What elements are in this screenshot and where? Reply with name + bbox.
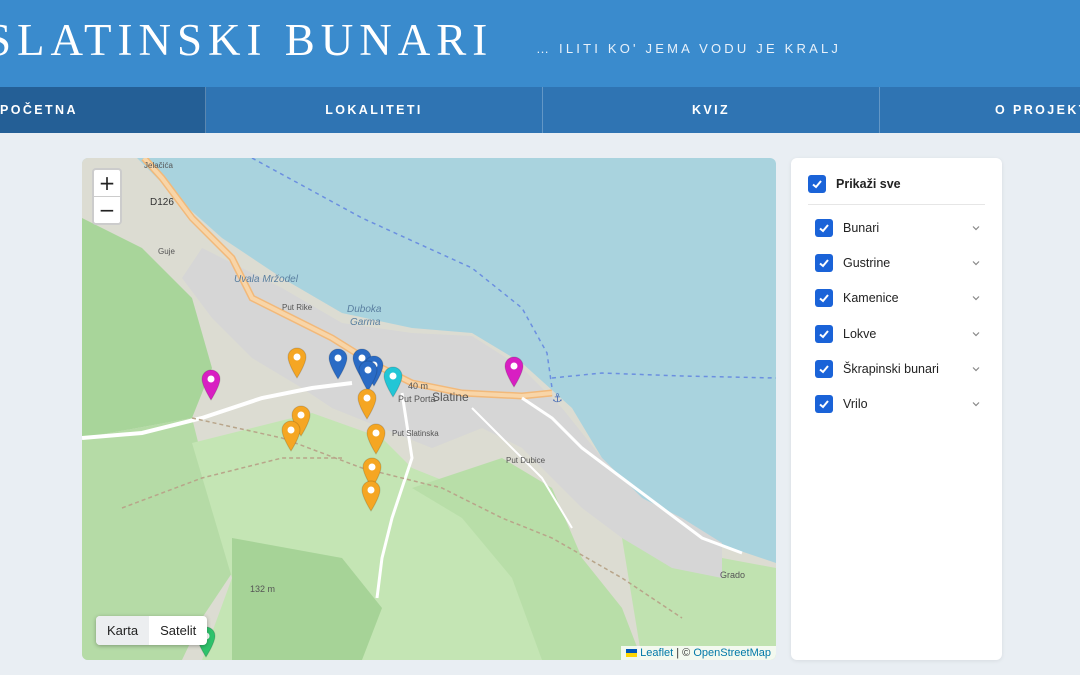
layer-toggle: Karta Satelit <box>96 616 208 645</box>
svg-text:D126: D126 <box>150 197 174 208</box>
filter-label: Gustrine <box>843 256 891 270</box>
checkbox-checked-icon[interactable] <box>815 219 833 237</box>
nav-label: POČETNA <box>0 103 78 117</box>
filter-row-skrapinski-bunari[interactable]: Škrapinski bunari <box>815 360 981 378</box>
leaflet-link[interactable]: Leaflet <box>640 647 673 659</box>
ukraine-flag-icon <box>626 649 638 658</box>
chevron-down-icon[interactable] <box>971 364 981 374</box>
svg-text:Jelačića: Jelačića <box>144 161 173 170</box>
svg-text:132 m: 132 m <box>250 584 275 594</box>
lokve-marker[interactable] <box>383 366 403 398</box>
nav-item-kviz[interactable]: KVIZ <box>543 87 880 133</box>
nav-item-lokaliteti[interactable]: LOKALITETI <box>206 87 543 133</box>
filter-row-vrilo[interactable]: Vrilo <box>815 395 981 413</box>
filter-panel: Prikaži sve Bunari Gustrine Kamenice Lok… <box>791 158 1002 660</box>
gustrine-marker[interactable] <box>287 347 307 379</box>
svg-text:Slatine: Slatine <box>432 390 469 404</box>
svg-text:Garma: Garma <box>350 317 381 328</box>
svg-text:Uvala Mržodel: Uvala Mržodel <box>234 274 299 285</box>
chevron-down-icon[interactable] <box>971 293 981 303</box>
nav-item-o-projektu[interactable]: O PROJEKTU <box>880 87 1080 133</box>
main-nav: POČETNA LOKALITETI KVIZ O PROJEKTU <box>0 87 1080 133</box>
site-tagline: … ILITI KO' JEMA VODU JE KRALJ <box>536 41 842 56</box>
gustrine-marker[interactable] <box>281 420 301 452</box>
kamenice-marker[interactable] <box>504 356 524 388</box>
attribution-separator: | © <box>673 647 694 659</box>
checkbox-checked-icon[interactable] <box>815 325 833 343</box>
map-tiles[interactable]: D126 Uvala Mržodel Duboka Garma Slatine … <box>82 158 776 660</box>
show-all-label: Prikaži sve <box>836 177 901 191</box>
chevron-down-icon[interactable] <box>971 258 981 268</box>
zoom-in-button[interactable]: + <box>94 170 120 196</box>
zoom-control: + − <box>92 168 122 225</box>
svg-text:Guje: Guje <box>158 247 175 256</box>
layer-satellite-button[interactable]: Satelit <box>149 616 207 645</box>
svg-text:Put Porta: Put Porta <box>398 394 436 404</box>
divider <box>808 204 985 205</box>
checkbox-checked-icon[interactable] <box>808 175 826 193</box>
chevron-down-icon[interactable] <box>971 329 981 339</box>
kamenice-marker[interactable] <box>201 369 221 401</box>
osm-link[interactable]: OpenStreetMap <box>693 647 771 659</box>
filter-row-kamenice[interactable]: Kamenice <box>815 289 981 307</box>
svg-text:Grado: Grado <box>720 570 745 580</box>
filter-row-lokve[interactable]: Lokve <box>815 325 981 343</box>
filter-label: Škrapinski bunari <box>843 362 939 376</box>
svg-text:⚓: ⚓ <box>552 391 563 405</box>
layer-map-button[interactable]: Karta <box>96 616 150 645</box>
svg-text:Duboka: Duboka <box>347 304 382 315</box>
chevron-down-icon[interactable] <box>971 399 981 409</box>
filter-label: Kamenice <box>843 291 899 305</box>
gustrine-marker[interactable] <box>357 388 377 420</box>
gustrine-marker[interactable] <box>361 480 381 512</box>
svg-text:Put Rike: Put Rike <box>282 303 313 312</box>
map-view[interactable]: D126 Uvala Mržodel Duboka Garma Slatine … <box>82 158 776 660</box>
filter-label: Bunari <box>843 221 880 235</box>
zoom-out-button[interactable]: − <box>94 196 120 223</box>
site-title[interactable]: SLATINSKI BUNARI <box>0 14 493 66</box>
checkbox-checked-icon[interactable] <box>815 289 833 307</box>
checkbox-checked-icon[interactable] <box>815 254 833 272</box>
svg-text:40 m: 40 m <box>408 381 428 391</box>
site-header: SLATINSKI BUNARI … ILITI KO' JEMA VODU J… <box>0 0 1080 87</box>
svg-text:Put Dubice: Put Dubice <box>506 456 546 465</box>
bunari-marker[interactable] <box>328 348 348 380</box>
show-all-filter[interactable]: Prikaži sve <box>808 175 901 193</box>
svg-text:Put Slatinska: Put Slatinska <box>392 429 439 438</box>
filter-row-bunari[interactable]: Bunari <box>815 219 981 237</box>
chevron-down-icon[interactable] <box>971 223 981 233</box>
checkbox-checked-icon[interactable] <box>815 360 833 378</box>
nav-item-pocetna[interactable]: POČETNA <box>0 87 206 133</box>
filter-label: Lokve <box>843 327 877 341</box>
map-attribution: Leaflet | © OpenStreetMap <box>621 646 776 660</box>
gustrine-marker[interactable] <box>366 423 386 455</box>
checkbox-checked-icon[interactable] <box>815 395 833 413</box>
filter-row-gustrine[interactable]: Gustrine <box>815 254 981 272</box>
filter-label: Vrilo <box>843 397 868 411</box>
